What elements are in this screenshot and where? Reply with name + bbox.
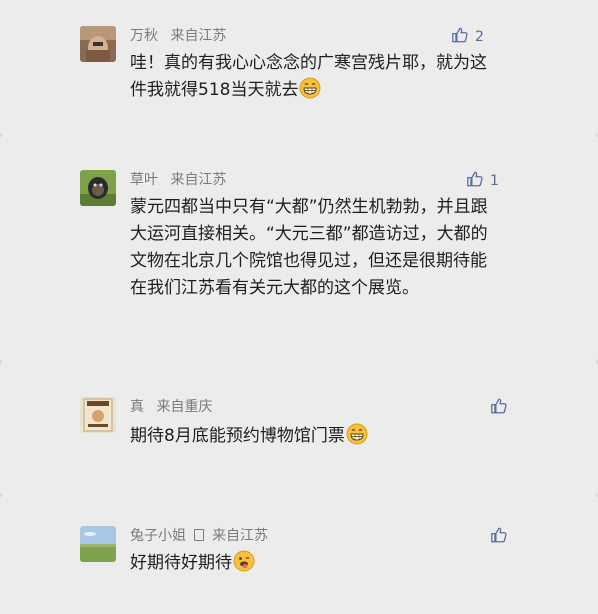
avatar-image-icon [80,170,116,206]
thumbs-up-icon [467,171,483,187]
like-count: 1 [490,173,499,189]
comment-meta: 真 来自重庆 [130,397,212,417]
author-location: 来自重庆 [156,399,213,415]
avatar[interactable] [80,26,116,62]
badge-icon [194,529,204,541]
author-location: 来自江苏 [170,28,227,44]
like-button[interactable] [490,526,508,546]
comment-text: 蒙元四都当中只有“大都”仍然生机勃勃，并且跟大运河直接相关。“大元三都”都造访过… [130,194,490,302]
author-name[interactable]: 万秋 [130,28,158,44]
thumbs-up-icon [491,527,507,543]
avatar-image-icon [80,526,116,562]
like-button[interactable]: 2 [451,26,484,46]
comment-body: 蒙元四都当中只有“大都”仍然生机勃勃，并且跟大运河直接相关。“大元三都”都造访过… [130,197,488,298]
thumbs-up-icon [452,27,468,43]
avatar[interactable] [80,526,116,562]
avatar[interactable] [80,397,116,433]
like-button[interactable] [490,397,508,417]
thumbs-up-icon [491,398,507,414]
grinning-face-icon [299,77,321,99]
comment-meta: 万秋 来自江苏 [130,26,226,46]
comment-meta: 草叶 来自江苏 [130,170,226,190]
separator-mark [0,492,3,498]
separator-mark [0,359,3,365]
like-count: 2 [475,29,484,45]
author-name[interactable]: 兔子小姐 [130,528,186,544]
tongue-face-icon [233,550,255,572]
separator-mark [0,132,3,138]
avatar-image-icon [80,397,116,433]
comment-text: 哇！真的有我心心念念的广寒宫残片耶，就为这件我就得518当天就去 [130,50,490,104]
author-name[interactable]: 真 [130,399,144,415]
comment-body: 好期待好期待 [130,553,232,573]
comment-body: 期待8月底能预约博物馆门票 [130,426,345,446]
grinning-face-icon [346,423,368,445]
comment-text: 期待8月底能预约博物馆门票 [130,423,490,450]
avatar[interactable] [80,170,116,206]
comment-meta: 兔子小姐 来自江苏 [130,526,268,546]
author-name[interactable]: 草叶 [130,172,158,188]
author-location: 来自江苏 [170,172,227,188]
comment-text: 好期待好期待 [130,550,490,577]
avatar-image-icon [80,26,116,62]
like-button[interactable]: 1 [466,170,499,190]
author-location: 来自江苏 [212,528,268,544]
